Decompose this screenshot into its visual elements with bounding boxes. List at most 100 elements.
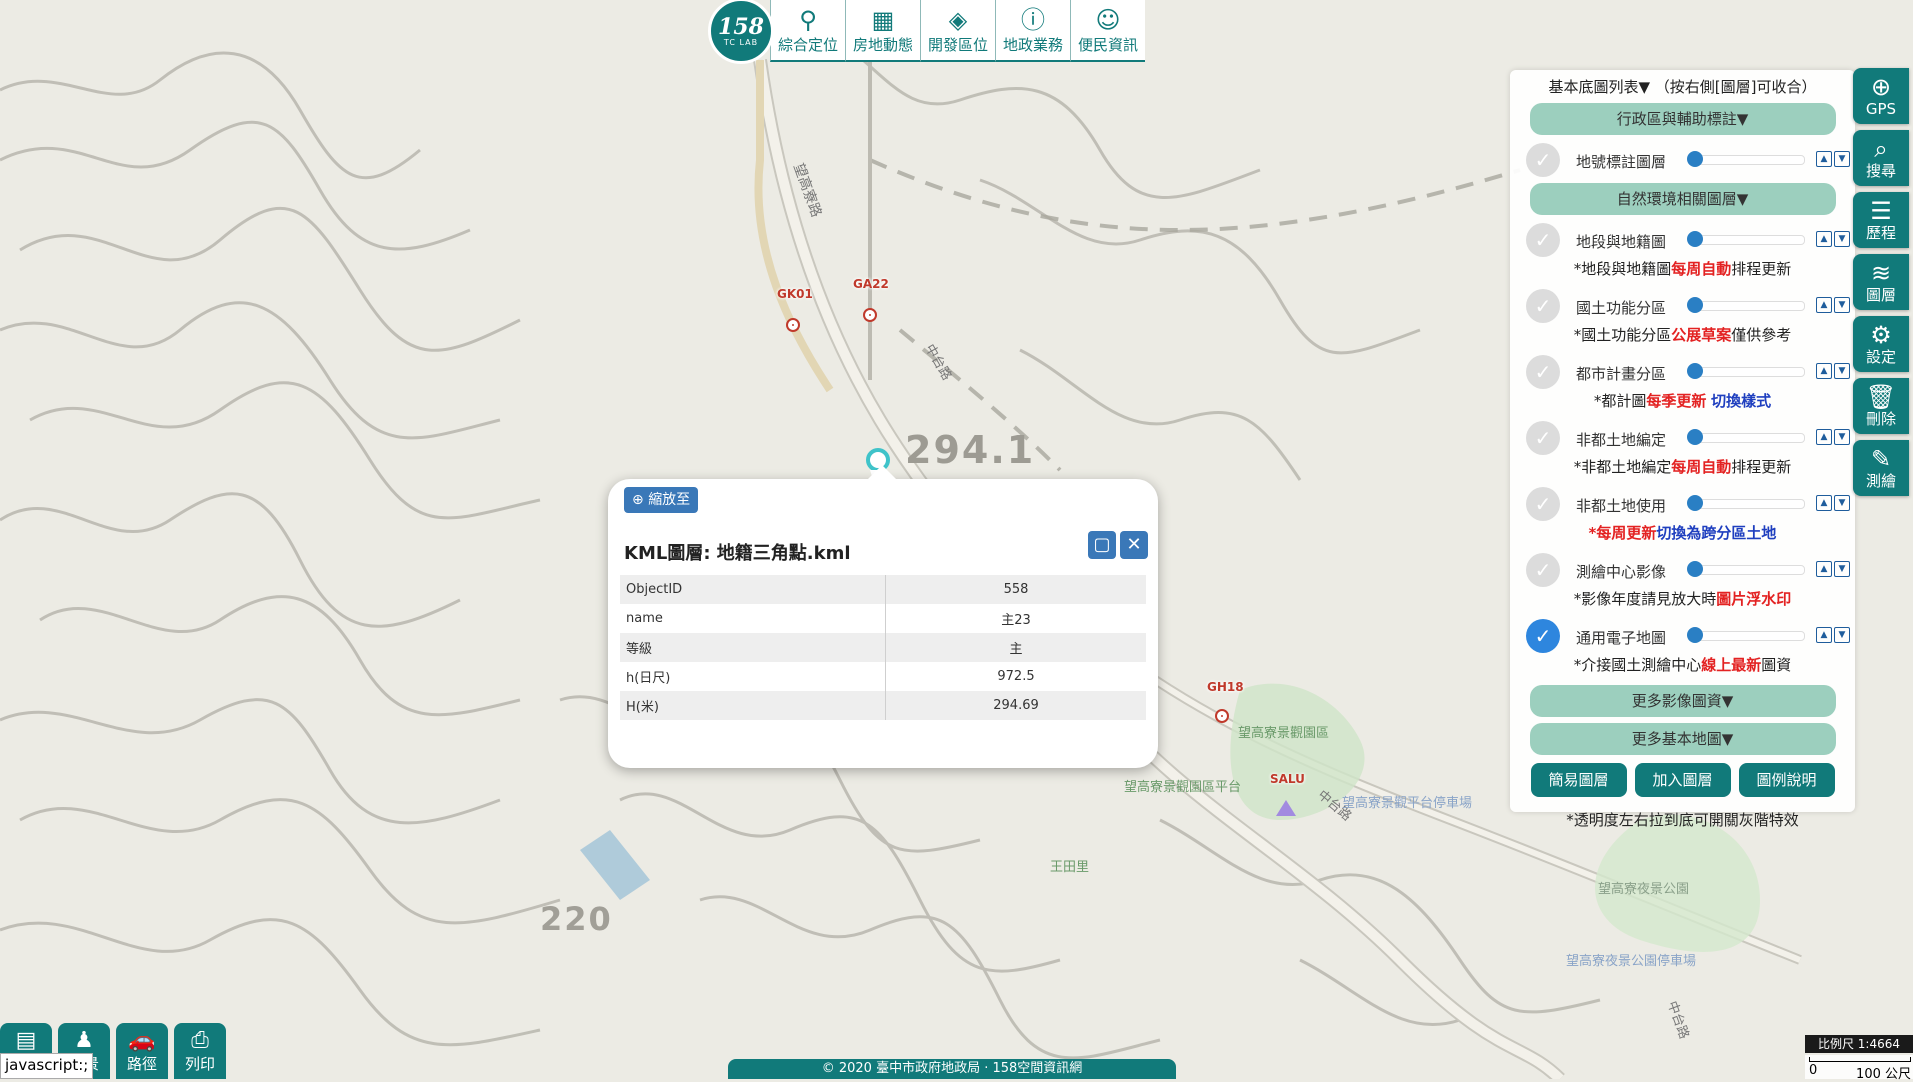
- poi-park: 望高寮景觀園區: [1238, 726, 1330, 741]
- more-basemap-toggle[interactable]: 更多基本地圖▼: [1529, 723, 1836, 755]
- elevation-label: 294.1: [905, 428, 1036, 472]
- opacity-slider[interactable]: [1687, 561, 1805, 577]
- marker-gh18[interactable]: [1215, 709, 1229, 723]
- survey-button[interactable]: ✎ 測繪: [1853, 440, 1909, 496]
- zoom-to-label: 縮放至: [648, 492, 691, 508]
- attr-key: name: [620, 604, 886, 633]
- layer-name: 國土功能分區: [1576, 299, 1667, 317]
- search-icon: ⌕: [1874, 135, 1888, 163]
- move-up-icon[interactable]: ▲: [1816, 495, 1832, 511]
- move-down-icon[interactable]: ▼: [1834, 231, 1850, 247]
- popup-title: KML圖層: 地籍三角點.kml: [624, 543, 851, 564]
- move-down-icon[interactable]: ▼: [1834, 627, 1850, 643]
- layer-note: *非都土地編定每周自動排程更新: [1573, 458, 1792, 476]
- salu-triangle-icon[interactable]: [1276, 800, 1296, 816]
- attr-key: 等級: [620, 633, 886, 662]
- logo[interactable]: 158 TC LAB: [708, 0, 774, 64]
- poi-wangtian: 王田里: [1050, 860, 1090, 875]
- table-row: ObjectID 558: [620, 575, 1146, 604]
- add-layer-button[interactable]: 加入圖層: [1634, 763, 1731, 797]
- maximize-icon[interactable]: ▢: [1088, 531, 1116, 559]
- search-button[interactable]: ⌕ 搜尋: [1853, 130, 1909, 186]
- nav-development[interactable]: ◈ 開發區位: [920, 0, 995, 62]
- move-down-icon[interactable]: ▼: [1834, 151, 1850, 167]
- logo-number: 158: [718, 13, 764, 40]
- layer-row: ✓ 測繪中心影像 ▲ ▼: [1518, 551, 1855, 587]
- opacity-slider[interactable]: [1687, 363, 1805, 379]
- layer-checkbox[interactable]: ✓: [1526, 421, 1560, 455]
- attribute-table: ObjectID 558 name 主23 等級主 h(日尺) 972.5 H(米) 2…: [620, 575, 1146, 720]
- legend-button[interactable]: 圖例說明: [1738, 763, 1835, 797]
- scale-left: 0: [1809, 1063, 1818, 1078]
- history-label: 歷程: [1865, 224, 1896, 242]
- move-up-icon[interactable]: ▲: [1816, 151, 1832, 167]
- layer-panel: 基本底圖列表▼ （按右側[圖層]可收合） 行政區與輔助標註▼ ✓ 地號標註圖層 …: [1510, 70, 1855, 829]
- opacity-slider[interactable]: [1687, 231, 1805, 247]
- nav-property[interactable]: ▦ 房地動態: [845, 0, 920, 62]
- trash-icon: 🗑: [1865, 383, 1897, 411]
- print-button[interactable]: ⎙ 列印: [174, 1023, 226, 1079]
- layer-checkbox-checked[interactable]: ✓: [1526, 619, 1560, 653]
- opacity-slider[interactable]: [1687, 297, 1805, 313]
- route-button[interactable]: 🚗 路徑: [116, 1023, 168, 1079]
- marker-ga22[interactable]: [863, 308, 877, 322]
- nav-citizen-info[interactable]: ☺ 便民資訊: [1070, 0, 1145, 62]
- nav-land-admin[interactable]: ⓘ 地政業務: [995, 0, 1070, 62]
- layer-checkbox[interactable]: ✓: [1526, 553, 1560, 587]
- top-nav: 158 TC LAB ⚲ 綜合定位 ▦ 房地動態 ◈ 開發區位 ⓘ 地政業務 ☺…: [708, 0, 1145, 64]
- opacity-slider[interactable]: [1687, 627, 1805, 643]
- move-down-icon[interactable]: ▼: [1834, 429, 1850, 445]
- settings-button[interactable]: ⚙ 設定: [1853, 316, 1909, 372]
- layer-name: 都市計畫分區: [1576, 365, 1667, 383]
- panel-footer-note: *透明度左右拉到底可開關灰階特效: [1566, 811, 1799, 829]
- switch-style-link[interactable]: 切換樣式: [1711, 392, 1771, 410]
- move-up-icon[interactable]: ▲: [1816, 561, 1832, 577]
- scale-right: 100 公尺: [1856, 1067, 1911, 1082]
- opacity-slider[interactable]: [1687, 495, 1805, 511]
- gps-label: GPS: [1865, 100, 1897, 118]
- layer-row: ✓ 非都土地使用 ▲ ▼: [1518, 485, 1855, 521]
- edit-icon: ✎: [1870, 445, 1892, 473]
- layer-checkbox[interactable]: ✓: [1526, 355, 1560, 389]
- opacity-slider[interactable]: [1687, 429, 1805, 445]
- delete-label: 刪除: [1865, 410, 1896, 428]
- move-up-icon[interactable]: ▲: [1816, 297, 1832, 313]
- layer-checkbox[interactable]: ✓: [1526, 143, 1560, 177]
- move-down-icon[interactable]: ▼: [1834, 297, 1850, 313]
- poi-night-park-parking: 望高寮夜景公園停車場: [1566, 954, 1697, 969]
- layers-button[interactable]: ≋ 圖層: [1853, 254, 1909, 310]
- move-up-icon[interactable]: ▲: [1816, 231, 1832, 247]
- gear-icon: ⚙: [1870, 321, 1892, 349]
- poi-night-park: 望高寮夜景公園: [1598, 882, 1690, 897]
- zoom-to-button[interactable]: ⊕ 縮放至: [624, 487, 699, 513]
- opacity-slider[interactable]: [1687, 151, 1805, 167]
- move-up-icon[interactable]: ▲: [1816, 627, 1832, 643]
- move-down-icon[interactable]: ▼: [1834, 561, 1850, 577]
- marker-gk01[interactable]: [786, 318, 800, 332]
- history-button[interactable]: ☰ 歷程: [1853, 192, 1909, 248]
- attr-value: 972.5: [997, 669, 1035, 684]
- move-up-icon[interactable]: ▲: [1816, 363, 1832, 379]
- logo-sub: TC LAB: [723, 37, 759, 47]
- delete-button[interactable]: 🗑 刪除: [1853, 378, 1909, 434]
- layer-checkbox[interactable]: ✓: [1526, 289, 1560, 323]
- layer-checkbox[interactable]: ✓: [1526, 487, 1560, 521]
- move-down-icon[interactable]: ▼: [1834, 363, 1850, 379]
- group-nature-toggle[interactable]: 自然環境相關圖層▼: [1529, 183, 1836, 215]
- car-route-icon: 🚗: [128, 1027, 156, 1053]
- gps-button[interactable]: ⊕ GPS: [1853, 68, 1909, 124]
- poi-parking: 望高寮景觀平台停車場: [1342, 796, 1473, 811]
- settings-label: 設定: [1865, 348, 1896, 366]
- simple-layers-button[interactable]: 簡易圖層: [1530, 763, 1627, 797]
- layer-name: 地段與地籍圖: [1576, 233, 1667, 251]
- group-admin-toggle[interactable]: 行政區與輔助標註▼: [1529, 103, 1836, 135]
- user-icon: ☺: [1095, 5, 1121, 34]
- move-up-icon[interactable]: ▲: [1816, 429, 1832, 445]
- more-imagery-toggle[interactable]: 更多影像圖資▼: [1529, 685, 1836, 717]
- move-down-icon[interactable]: ▼: [1834, 495, 1850, 511]
- nav-location[interactable]: ⚲ 綜合定位: [770, 0, 845, 62]
- panel-button-row: 簡易圖層 加入圖層 圖例說明: [1510, 763, 1855, 797]
- switch-cross-zone-link[interactable]: 切換為跨分區土地: [1656, 524, 1776, 542]
- close-icon[interactable]: ✕: [1120, 531, 1148, 559]
- layer-checkbox[interactable]: ✓: [1526, 223, 1560, 257]
